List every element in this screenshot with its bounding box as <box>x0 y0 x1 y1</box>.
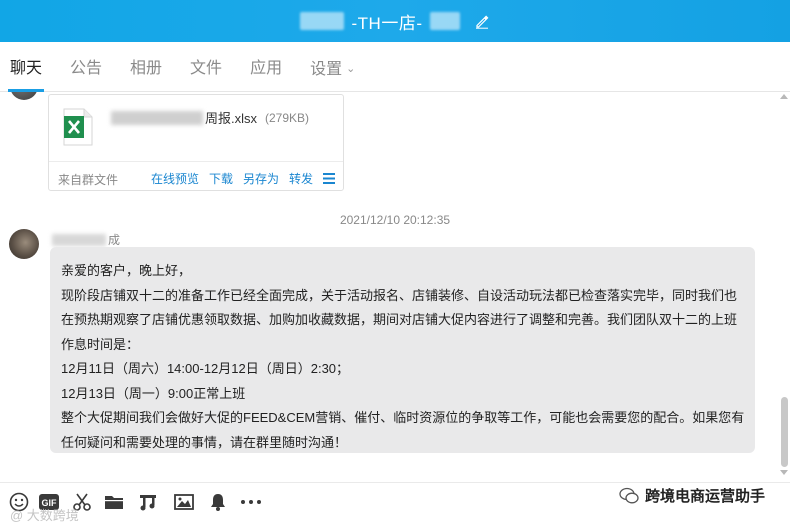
window-title: -TH一店- <box>351 13 423 33</box>
title-redacted-left <box>299 12 344 30</box>
tab-settings[interactable]: 设置 ⌄ <box>310 42 355 92</box>
preview-online-link[interactable]: 在线预览 <box>151 170 199 187</box>
scroll-down-arrow[interactable] <box>780 470 788 475</box>
watermark-right-text: 跨境电商运营助手 <box>644 488 765 505</box>
tab-apps-label: 应用 <box>250 59 283 77</box>
tab-files[interactable]: 文件 <box>190 42 222 92</box>
file-message-card[interactable]: 周报.xlsx (279KB) 来自群文件 在线预览 下载 另存为 转发 <box>48 94 344 191</box>
tab-announcement-label: 公告 <box>70 59 103 77</box>
message-line: 亲爱的客户，晚上好， <box>61 263 192 278</box>
file-size: (279KB) <box>265 110 310 125</box>
message-line: 12月13日（周一）9:00正常上班 <box>61 385 246 401</box>
image-icon[interactable] <box>174 492 194 512</box>
watermark-left: @ 大数跨境 <box>10 508 79 523</box>
wechat-icon <box>619 487 639 503</box>
music-icon[interactable] <box>138 492 158 512</box>
avatar[interactable] <box>10 92 38 100</box>
sender-name-redacted <box>52 233 106 246</box>
tab-album[interactable]: 相册 <box>130 42 162 92</box>
scroll-up-arrow[interactable] <box>780 94 788 99</box>
scrollbar-thumb[interactable] <box>781 397 788 467</box>
sender-name-suffix: 成 <box>108 233 121 247</box>
message-line: 现阶段店铺双十二的准备工作已经全面完成，关于活动报名、店铺装修、自设活动玩法都已… <box>61 287 738 303</box>
tab-chat[interactable]: 聊天 <box>7 42 45 92</box>
save-as-link[interactable]: 另存为 <box>243 170 279 187</box>
folder-icon[interactable] <box>104 492 124 512</box>
watermark-right: 跨境电商运营助手 <box>619 485 765 506</box>
more-icon[interactable] <box>239 492 263 512</box>
edit-pencil-icon[interactable] <box>474 13 490 29</box>
tab-files-label: 文件 <box>190 59 223 77</box>
chevron-down-icon: ⌄ <box>346 62 356 75</box>
file-name-row: 周报.xlsx (279KB) <box>111 108 309 127</box>
menu-icon[interactable] <box>323 173 335 184</box>
download-link[interactable]: 下载 <box>209 170 233 187</box>
tab-bar: 聊天 公告 相册 文件 应用 设置 ⌄ <box>0 42 790 92</box>
message-line: 整个大促期间我们会做好大促的FEED&CEM营销、催付、临时资源位的争取等工作，… <box>61 410 745 425</box>
file-name-redacted <box>111 110 203 125</box>
tab-settings-label: 设置 <box>310 60 343 78</box>
tab-apps[interactable]: 应用 <box>250 42 282 92</box>
message-line: 在预热期观察了店铺优惠领取数据、加购加收藏数据，期间对店铺大促内容进行了调整和完… <box>61 312 738 327</box>
tab-album-label: 相册 <box>130 59 163 77</box>
message-line: 12月11日（周六）14:00-12月12日（周日）2:30； <box>61 361 350 376</box>
file-name: 周报.xlsx <box>205 111 258 126</box>
divider <box>49 161 343 162</box>
excel-file-icon <box>63 108 93 146</box>
message-line: 任何疑问和需要处理的事情，请在群里随时沟通！ <box>61 434 348 450</box>
message-line: 作息时间是： <box>61 336 140 352</box>
tab-chat-label: 聊天 <box>10 59 43 77</box>
chat-area[interactable]: 周报.xlsx (279KB) 来自群文件 在线预览 下载 另存为 转发 202… <box>0 92 790 482</box>
sender-name: 成 <box>52 231 120 248</box>
message-bubble[interactable]: 亲爱的客户，晚上好， 现阶段店铺双十二的准备工作已经全面完成，关于活动报名、店铺… <box>50 247 755 453</box>
file-source: 来自群文件 <box>58 173 119 187</box>
forward-link[interactable]: 转发 <box>289 170 313 187</box>
title-redacted-right <box>430 12 461 30</box>
avatar[interactable] <box>9 229 39 259</box>
file-actions: 在线预览 下载 另存为 转发 <box>151 170 335 187</box>
tab-announcement[interactable]: 公告 <box>70 42 102 92</box>
title-bar: -TH一店- <box>0 0 790 42</box>
message-timestamp: 2021/12/10 20:12:35 <box>339 213 451 227</box>
bell-icon[interactable] <box>208 492 228 512</box>
